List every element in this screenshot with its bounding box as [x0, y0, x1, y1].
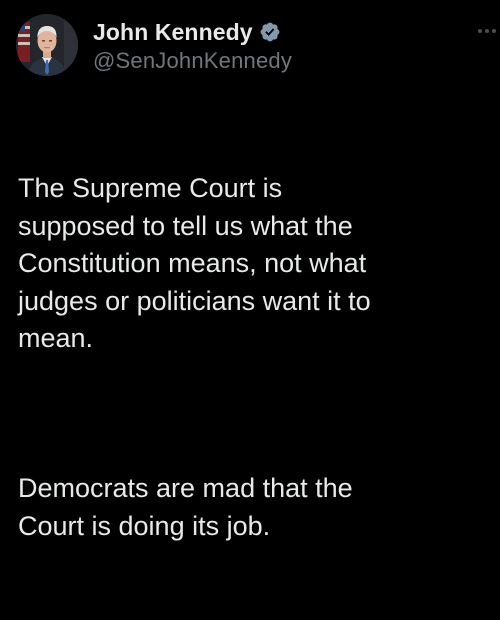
tweet-paragraph: Democrats are mad that the Court is doin… [18, 473, 353, 541]
more-options-icon[interactable] [478, 22, 496, 40]
author-names: John Kennedy @SenJohnKennedy [93, 16, 292, 74]
tweet-text: The Supreme Court is supposed to tell us… [18, 95, 488, 620]
name-row: John Kennedy [93, 16, 292, 48]
tweet-paragraph: The Supreme Court is supposed to tell us… [18, 173, 371, 353]
author-display-name[interactable]: John Kennedy [93, 19, 253, 46]
author-handle[interactable]: @SenJohnKennedy [93, 48, 292, 74]
tweet-card: John Kennedy @SenJohnKennedy The Supreme… [0, 0, 500, 541]
avatar-image [16, 14, 78, 76]
tweet-header: John Kennedy @SenJohnKennedy [16, 14, 292, 76]
avatar[interactable] [16, 14, 78, 76]
verified-badge-icon [259, 21, 281, 43]
